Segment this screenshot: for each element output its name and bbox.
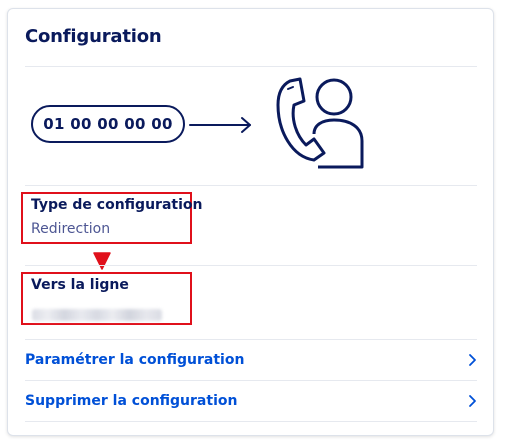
field-value-target-line-redacted [32,309,162,321]
phone-number-pill: 01 00 00 00 00 [31,105,185,143]
configuration-card: Configuration 01 00 00 00 00 Type de con… [7,8,494,436]
phone-contact-icon [276,77,364,169]
configure-link-label: Paramétrer la configuration [25,352,245,368]
divider [25,421,477,422]
delete-link[interactable]: Supprimer la configuration [25,382,477,420]
field-value-config-type: Redirection [31,221,111,237]
divider [25,265,477,266]
field-label-target-line: Vers la ligne [31,277,129,293]
divider [25,66,477,67]
divider [25,339,477,340]
divider [25,185,477,186]
configure-link[interactable]: Paramétrer la configuration [25,341,477,379]
delete-link-label: Supprimer la configuration [25,393,238,409]
chevron-right-icon [467,353,477,367]
card-title: Configuration [25,26,162,47]
annotation-arrow [93,252,111,270]
arrow-right-icon [189,117,251,133]
chevron-right-icon [467,394,477,408]
field-label-config-type: Type de configuration [31,197,203,213]
divider [25,380,477,381]
